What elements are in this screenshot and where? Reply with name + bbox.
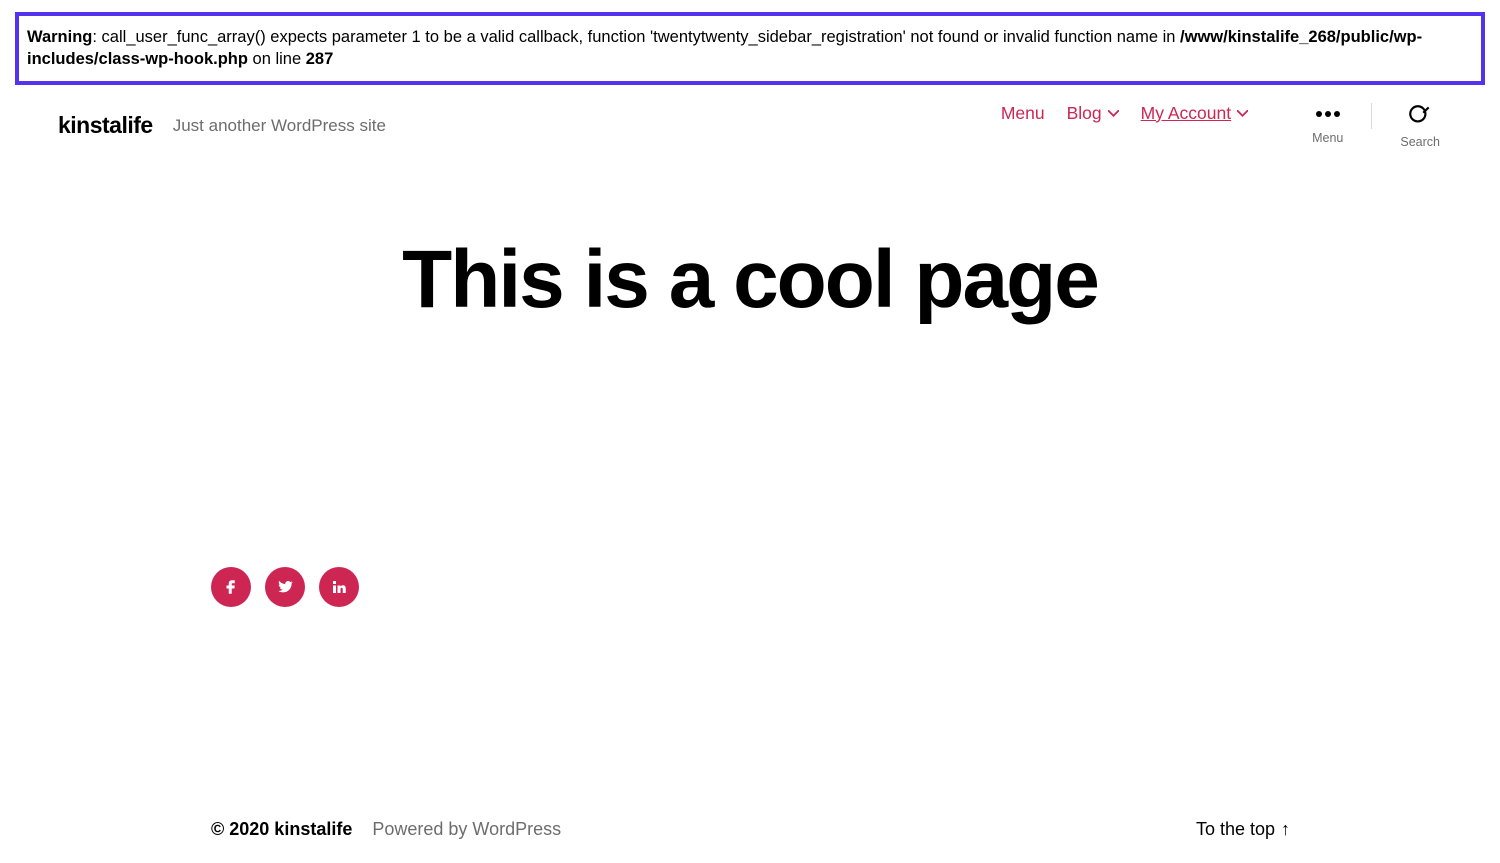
nav-my-account-label: My Account [1141,103,1231,124]
powered-by[interactable]: Powered by WordPress [372,819,561,840]
warning-line-number: 287 [306,50,334,68]
main-content: This is a cool page [0,153,1500,327]
nav-tools: Menu Search [1312,103,1440,149]
search-toggle-label: Search [1400,135,1440,149]
nav-menu[interactable]: Menu [1001,103,1045,124]
page-title: This is a cool page [0,233,1500,327]
divider [1371,103,1372,129]
social-links [0,327,1500,607]
twitter-link[interactable] [265,567,305,607]
site-header: kinstalife Just another WordPress site M… [0,93,1500,153]
site-tagline: Just another WordPress site [173,116,386,136]
site-footer: © 2020 kinstalife Powered by WordPress T… [0,607,1500,840]
facebook-icon [222,578,240,596]
menu-toggle-label: Menu [1312,131,1343,145]
php-warning-box: Warning: call_user_func_array() expects … [15,12,1485,85]
chevron-down-icon [1237,110,1248,117]
chevron-down-icon [1108,110,1119,117]
nav-blog-label: Blog [1067,103,1102,124]
warning-label: Warning [27,28,92,46]
copyright: © 2020 kinstalife [211,819,352,840]
to-top-label: To the top [1196,819,1275,840]
primary-nav: Menu Blog My Account Menu [1001,103,1440,149]
linkedin-link[interactable] [319,567,359,607]
facebook-link[interactable] [211,567,251,607]
to-top-link[interactable]: To the top ↑ [1196,819,1290,840]
nav-menu-label: Menu [1001,103,1045,124]
nav-blog[interactable]: Blog [1067,103,1119,124]
linkedin-icon [330,578,348,596]
ellipsis-icon [1316,103,1340,125]
search-icon [1407,103,1433,129]
nav-my-account[interactable]: My Account [1141,103,1248,124]
warning-on-line: on line [248,50,306,68]
arrow-up-icon: ↑ [1281,819,1290,840]
menu-toggle[interactable]: Menu [1312,103,1343,145]
site-title[interactable]: kinstalife [58,112,153,139]
warning-message: : call_user_func_array() expects paramet… [92,28,1180,46]
search-toggle[interactable]: Search [1400,103,1440,149]
twitter-icon [276,578,294,596]
